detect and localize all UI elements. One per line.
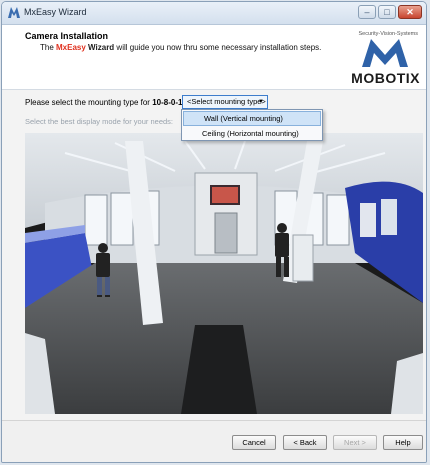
subtitle-pre: The xyxy=(40,43,57,52)
minimize-icon: – xyxy=(364,6,370,17)
next-button[interactable]: Next > xyxy=(333,435,377,450)
help-button[interactable]: Help xyxy=(383,435,423,450)
cancel-button[interactable]: Cancel xyxy=(232,435,276,450)
back-button[interactable]: < Back xyxy=(283,435,327,450)
option-wall-mounting[interactable]: Wall (Vertical mounting) xyxy=(183,111,321,126)
wizard-window: MxEasy Wizard – □ ✕ Camera Installation … xyxy=(1,1,427,463)
camera-preview-image xyxy=(25,133,423,414)
logo-wordmark: MOBOTIX xyxy=(351,70,420,86)
mounting-type-select[interactable]: <Select mounting type> ▼ xyxy=(182,95,268,109)
page-subtitle: The MxEasy Wizard will guide you now thr… xyxy=(40,43,321,52)
wizard-footer: Cancel < Back Next > Help xyxy=(2,420,426,462)
title-bar: MxEasy Wizard – □ ✕ xyxy=(2,2,426,25)
logo-tagline: Security-Vision-Systems xyxy=(358,31,419,37)
mounting-dropdown: Wall (Vertical mounting) Ceiling (Horizo… xyxy=(181,109,323,141)
wizard-header: Camera Installation The MxEasy Wizard wi… xyxy=(2,25,426,90)
window-controls: – □ ✕ xyxy=(358,5,422,19)
window-title: MxEasy Wizard xyxy=(24,7,87,17)
maximize-button[interactable]: □ xyxy=(378,5,396,19)
mounting-prompt-text: Please select the mounting type for xyxy=(25,98,153,107)
subtitle-post: will guide you now thru some necessary i… xyxy=(114,43,322,52)
subtitle-brand-a: MxEasy xyxy=(56,43,86,52)
display-mode-hint: Select the best display mode for your ne… xyxy=(25,117,174,126)
page-title: Camera Installation xyxy=(25,31,109,41)
option-ceiling-mounting[interactable]: Ceiling (Horizontal mounting) xyxy=(182,127,322,140)
mounting-select-value: <Select mounting type> xyxy=(187,97,266,106)
maximize-icon: □ xyxy=(384,6,390,17)
app-icon xyxy=(8,7,20,18)
minimize-button[interactable]: – xyxy=(358,5,376,19)
subtitle-brand-b: Wizard xyxy=(85,43,115,52)
close-button[interactable]: ✕ xyxy=(398,5,422,19)
dropdown-caret-icon: ▼ xyxy=(258,99,264,105)
wizard-body: Please select the mounting type for 10-8… xyxy=(2,90,426,420)
close-icon: ✕ xyxy=(406,6,414,17)
mounting-prompt: Please select the mounting type for 10-8… xyxy=(25,98,194,107)
mobotix-logo-icon xyxy=(362,39,408,67)
